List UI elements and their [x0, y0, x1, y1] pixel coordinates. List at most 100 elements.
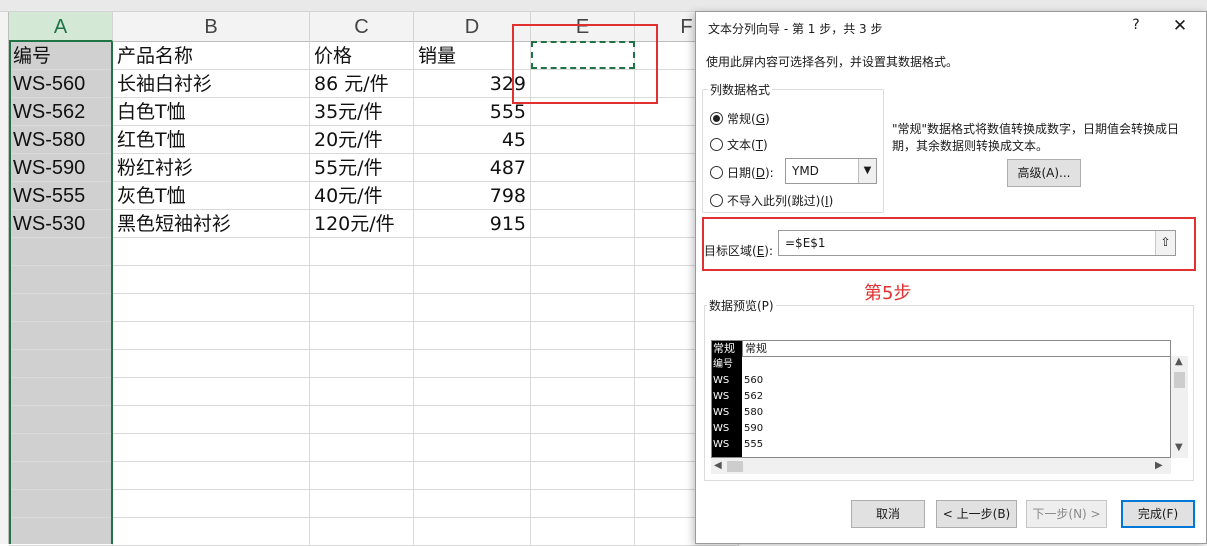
chevron-down-icon[interactable]: ▼ — [858, 159, 876, 183]
cell-b1[interactable]: 产品名称 — [113, 42, 310, 70]
radio-general[interactable]: 常规(G) — [710, 110, 770, 127]
cell-c13[interactable] — [310, 378, 414, 406]
cell-e16[interactable] — [531, 462, 635, 490]
cell-d18[interactable] — [414, 518, 531, 546]
cancel-button[interactable]: 取消 — [851, 500, 925, 528]
cell-d9[interactable] — [414, 266, 531, 294]
cell-c3[interactable]: 35元/件 — [310, 98, 414, 126]
scroll-thumb-horizontal[interactable] — [727, 461, 743, 472]
cell-c18[interactable] — [310, 518, 414, 546]
date-format-select[interactable]: YMD ▼ — [785, 158, 877, 184]
back-button[interactable]: < 上一步(B) — [936, 500, 1017, 528]
radio-text-indicator[interactable] — [710, 138, 723, 151]
cell-d10[interactable] — [414, 294, 531, 322]
cell-d4[interactable]: 45 — [414, 126, 531, 154]
cell-e14[interactable] — [531, 406, 635, 434]
cell-b8[interactable] — [113, 238, 310, 266]
scroll-right-icon[interactable]: ▶ — [1155, 460, 1163, 471]
cell-d6[interactable]: 798 — [414, 182, 531, 210]
cell-e7[interactable] — [531, 210, 635, 238]
cell-c1[interactable]: 价格 — [310, 42, 414, 70]
column-header-b[interactable]: B — [113, 12, 310, 42]
cell-b10[interactable] — [113, 294, 310, 322]
cell-c2[interactable]: 86 元/件 — [310, 70, 414, 98]
cell-c9[interactable] — [310, 266, 414, 294]
cell-b6[interactable]: 灰色T恤 — [113, 182, 310, 210]
cell-e6[interactable] — [531, 182, 635, 210]
cell-d14[interactable] — [414, 406, 531, 434]
radio-text[interactable]: 文本(T) — [710, 136, 768, 153]
cell-d15[interactable] — [414, 434, 531, 462]
cell-b18[interactable] — [113, 518, 310, 546]
scroll-down-icon[interactable]: ▼ — [1175, 442, 1183, 453]
cell-b9[interactable] — [113, 266, 310, 294]
cell-e15[interactable] — [531, 434, 635, 462]
cell-c11[interactable] — [310, 322, 414, 350]
cell-b15[interactable] — [113, 434, 310, 462]
finish-button[interactable]: 完成(F) — [1121, 500, 1195, 528]
radio-date-indicator[interactable] — [710, 166, 723, 179]
cell-b4[interactable]: 红色T恤 — [113, 126, 310, 154]
cell-b14[interactable] — [113, 406, 310, 434]
scroll-up-icon[interactable]: ▲ — [1175, 356, 1183, 367]
cell-c15[interactable] — [310, 434, 414, 462]
cell-d11[interactable] — [414, 322, 531, 350]
cell-e10[interactable] — [531, 294, 635, 322]
scroll-thumb-vertical[interactable] — [1174, 372, 1185, 388]
cell-c5[interactable]: 55元/件 — [310, 154, 414, 182]
cell-b2[interactable]: 长袖白衬衫 — [113, 70, 310, 98]
cell-d17[interactable] — [414, 490, 531, 518]
cell-e13[interactable] — [531, 378, 635, 406]
cell-c14[interactable] — [310, 406, 414, 434]
cell-d12[interactable] — [414, 350, 531, 378]
cell-b11[interactable] — [113, 322, 310, 350]
cell-e12[interactable] — [531, 350, 635, 378]
column-header-c[interactable]: C — [310, 12, 414, 42]
cell-d8[interactable] — [414, 238, 531, 266]
cell-d13[interactable] — [414, 378, 531, 406]
cell-c7[interactable]: 120元/件 — [310, 210, 414, 238]
cell-b5[interactable]: 粉红衬衫 — [113, 154, 310, 182]
cell-c16[interactable] — [310, 462, 414, 490]
cell-d16[interactable] — [414, 462, 531, 490]
cell-e9[interactable] — [531, 266, 635, 294]
cell-b16[interactable] — [113, 462, 310, 490]
cell-c6[interactable]: 40元/件 — [310, 182, 414, 210]
radio-skip-indicator[interactable] — [710, 194, 723, 207]
cell-d5[interactable]: 487 — [414, 154, 531, 182]
preview-vertical-scrollbar[interactable]: ▲ ▼ — [1171, 356, 1188, 458]
cell-c12[interactable] — [310, 350, 414, 378]
cell-b12[interactable] — [113, 350, 310, 378]
cell-c4[interactable]: 20元/件 — [310, 126, 414, 154]
cell-b7[interactable]: 黑色短袖衬衫 — [113, 210, 310, 238]
next-button[interactable]: 下一步(N) > — [1026, 500, 1107, 528]
close-icon[interactable]: ✕ — [1172, 16, 1188, 36]
cell-b17[interactable] — [113, 490, 310, 518]
preview-cell-3-2: 562 — [744, 391, 764, 402]
cell-e5[interactable] — [531, 154, 635, 182]
cell-e8[interactable] — [531, 238, 635, 266]
advanced-button[interactable]: 高级(A)... — [1007, 159, 1081, 187]
column-header-a[interactable]: A — [9, 12, 113, 42]
cell-e11[interactable] — [531, 322, 635, 350]
cell-e17[interactable] — [531, 490, 635, 518]
cell-e18[interactable] — [531, 518, 635, 546]
cell-e4[interactable] — [531, 126, 635, 154]
preview-column-1-header[interactable]: 常规 — [712, 341, 742, 357]
cell-c8[interactable] — [310, 238, 414, 266]
radio-general-indicator[interactable] — [710, 112, 723, 125]
date-format-value: YMD — [792, 164, 819, 178]
scroll-left-icon[interactable]: ◀ — [714, 460, 722, 471]
radio-date[interactable]: 日期(D): — [710, 164, 774, 181]
data-preview[interactable]: 常规 常规 编号 WS 560 WS 562 WS 580 WS 590 WS 555 — [711, 340, 1171, 458]
preview-horizontal-scrollbar[interactable]: ◀ ▶ — [711, 458, 1171, 474]
help-icon[interactable]: ? — [1128, 17, 1144, 33]
cell-b13[interactable] — [113, 378, 310, 406]
row-header-strip[interactable] — [0, 12, 9, 544]
preview-column-2-header[interactable]: 常规 — [742, 341, 767, 357]
cell-c10[interactable] — [310, 294, 414, 322]
cell-c17[interactable] — [310, 490, 414, 518]
radio-skip[interactable]: 不导入此列(跳过)(I) — [710, 192, 833, 209]
cell-b3[interactable]: 白色T恤 — [113, 98, 310, 126]
cell-d7[interactable]: 915 — [414, 210, 531, 238]
